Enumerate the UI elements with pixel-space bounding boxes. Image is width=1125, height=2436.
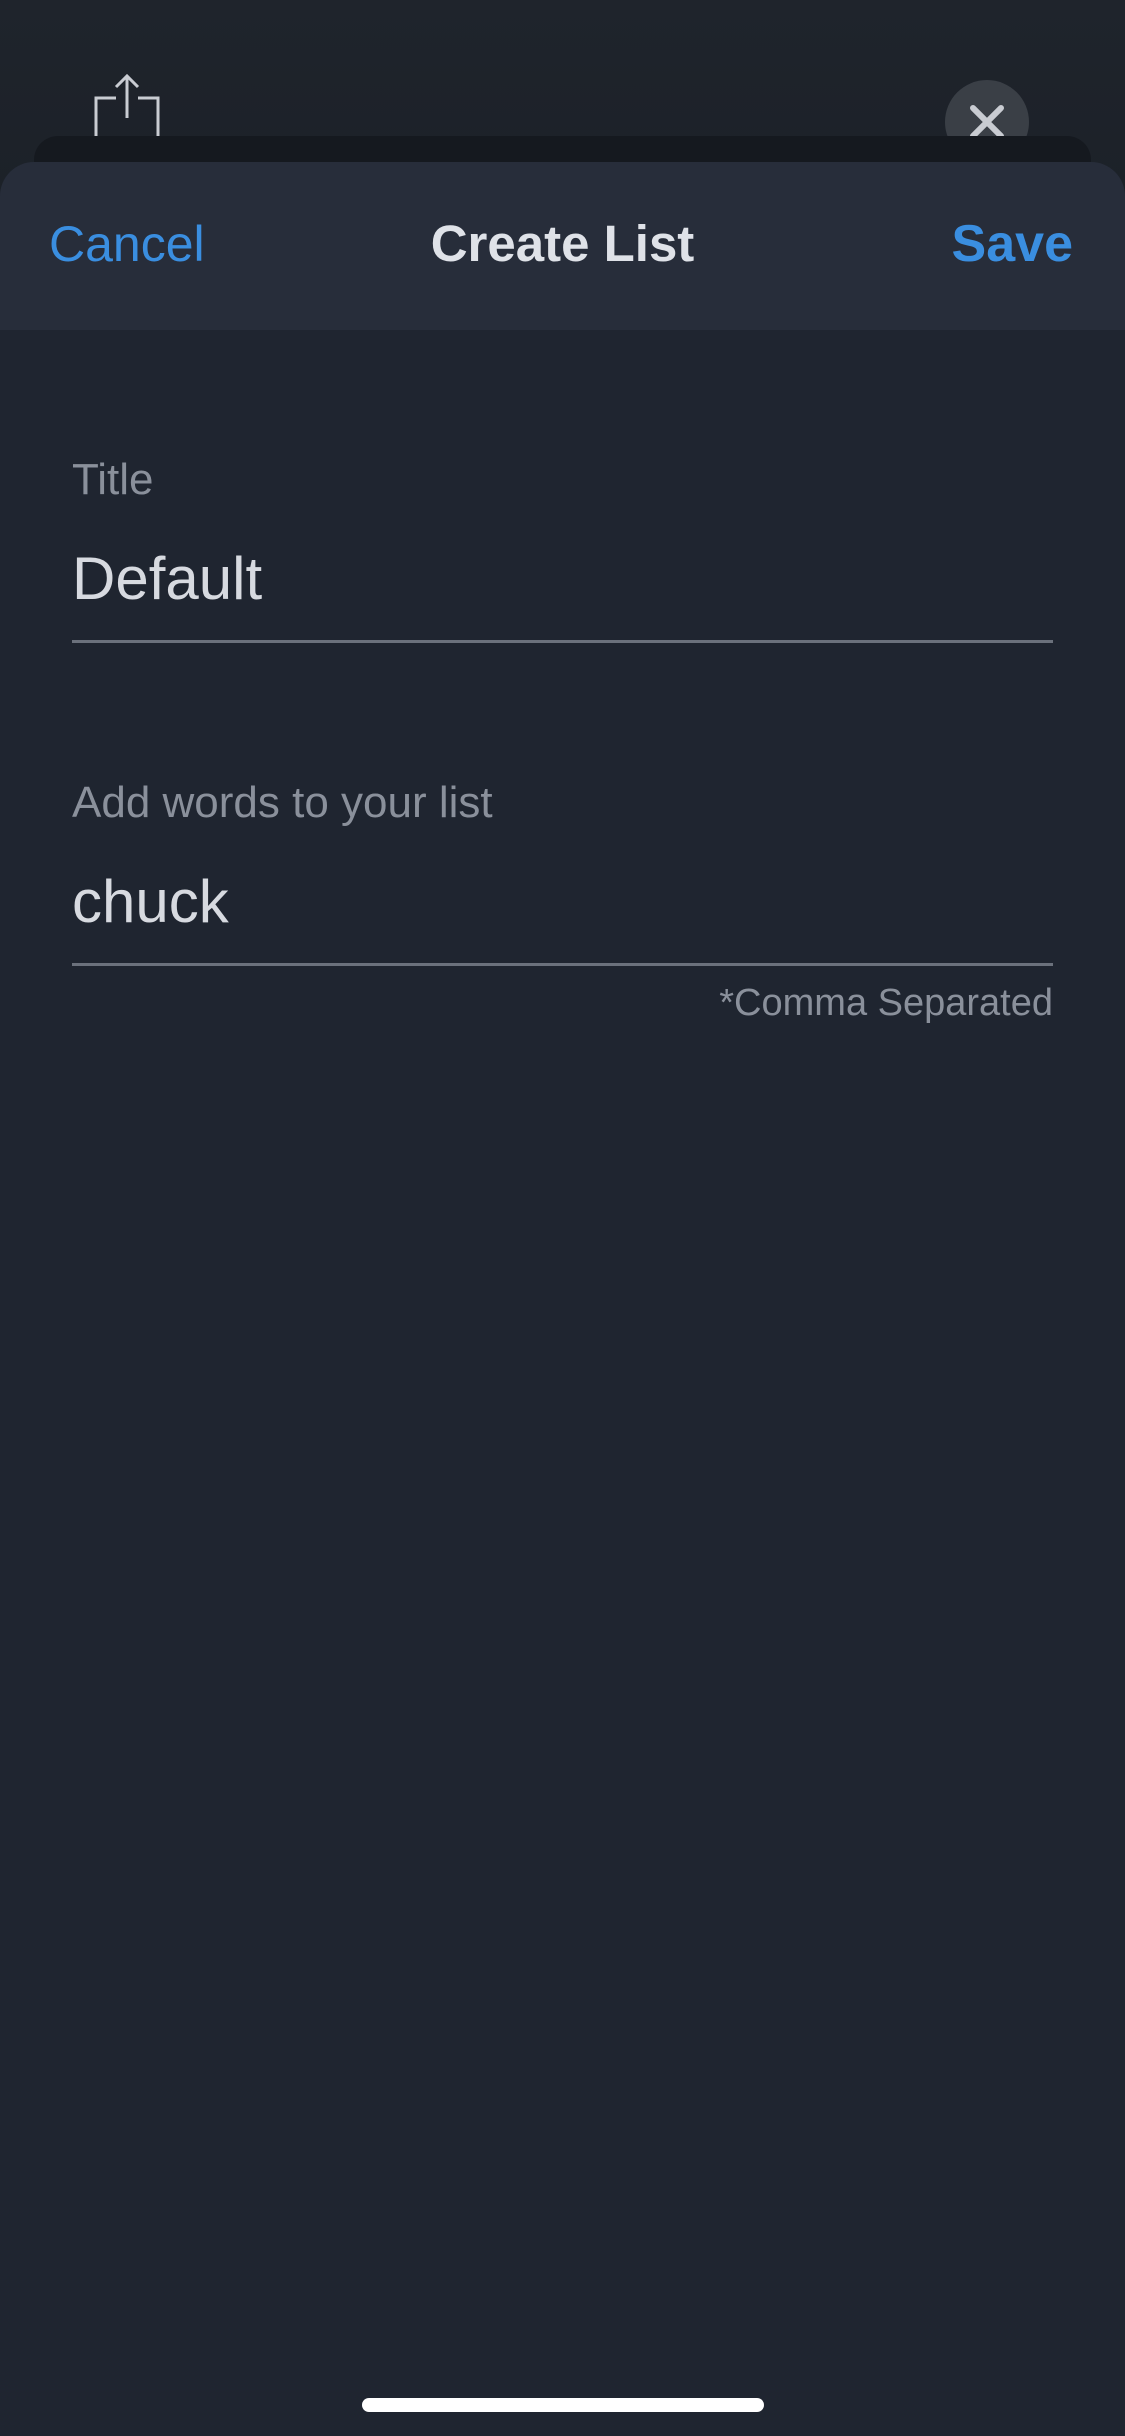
title-field[interactable]: Title Default bbox=[72, 454, 1053, 643]
words-field[interactable]: Add words to your list chuck *Comma Sepa… bbox=[72, 777, 1053, 1026]
title-field-label: Title bbox=[72, 455, 154, 504]
share-icon[interactable] bbox=[92, 73, 162, 140]
words-field-label: Add words to your list bbox=[72, 778, 493, 827]
title-field-underline bbox=[72, 640, 1053, 643]
save-button[interactable]: Save bbox=[952, 214, 1073, 274]
navigation-bar: Cancel Create List Save bbox=[0, 162, 1125, 330]
words-field-underline bbox=[72, 963, 1053, 966]
home-indicator[interactable] bbox=[362, 2398, 764, 2412]
close-icon bbox=[970, 105, 1004, 139]
create-list-screen: Cancel Create List Save Title Default Ad… bbox=[0, 0, 1125, 2436]
words-input[interactable]: chuck bbox=[72, 867, 1053, 937]
title-input[interactable]: Default bbox=[72, 544, 1053, 614]
create-list-sheet: Cancel Create List Save Title Default Ad… bbox=[0, 162, 1125, 2436]
comma-separated-hint: *Comma Separated bbox=[719, 982, 1053, 1024]
